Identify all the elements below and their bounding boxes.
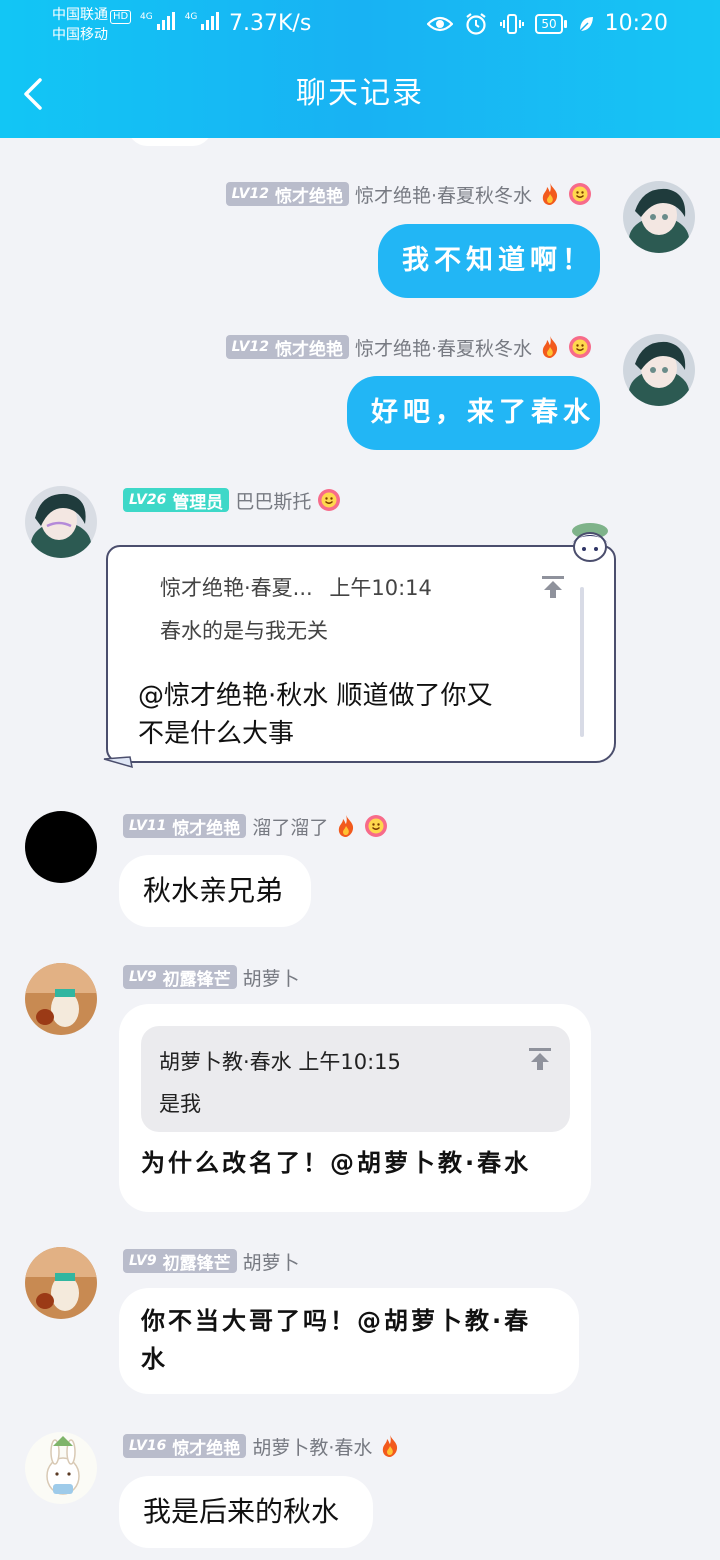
level-badge: LV16 惊才绝艳 [123,1434,247,1459]
app-header: 中国联通 HD 中国移动 4G 4G 7.37K/s 50 10:20 聊天记录 [0,0,720,138]
fire-icon [542,183,558,205]
message-meta: LV12 惊才绝艳 惊才绝艳·春夏秋冬水 [225,181,592,207]
quoted-message[interactable]: 胡萝卜教·春水 上午10:15 是我 [141,1026,570,1132]
level-badge: LV9 初露锋芒 [123,965,237,990]
battery-level: 50 [535,14,563,34]
clock-time: 10:20 [604,11,668,36]
sender-name: 胡萝卜教·春水 [252,1436,373,1459]
message-meta: LV26 管理员 巴巴斯托 [123,487,341,513]
level-badge: LV12 惊才绝艳 [225,335,349,360]
message-meta: LV9 初露锋芒 胡萝卜 [123,1248,300,1274]
message-text: 你不当大哥了吗！@胡萝卜教·春 水 [141,1307,532,1373]
quote-header: 胡萝卜教·春水 上午10:15 [159,1050,401,1074]
sender-name: 惊才绝艳·春夏秋冬水 [354,184,532,207]
feather-decoration-icon [103,756,133,769]
level-badge: LV9 初露锋芒 [123,1249,237,1274]
message-bubble[interactable]: 好吧，来了春水 [347,376,600,450]
quote-author: 惊才绝艳·春夏... [160,576,313,600]
message-meta: LV12 惊才绝艳 惊才绝艳·春夏秋冬水 [225,334,592,360]
avatar[interactable] [25,963,97,1035]
jump-to-top-icon[interactable] [527,1046,553,1072]
sender-name: 胡萝卜 [242,967,300,990]
message-text: 我不知道啊！ [402,245,594,276]
message-bubble[interactable]: 你不当大哥了吗！@胡萝卜教·春 水 [119,1288,579,1394]
avatar[interactable] [25,811,97,883]
level-badge: LV11 惊才绝艳 [123,814,247,839]
message-meta: LV9 初露锋芒 胡萝卜 [123,964,300,990]
smile-badge-icon [318,489,341,511]
message-bubble[interactable]: 惊才绝艳·春夏... 上午10:14 春水的是与我无关 @惊才绝艳·秋水 顺道做… [103,523,616,769]
carrier-info: 中国联通 HD 中国移动 [52,5,132,45]
message-bubble[interactable]: 秋水亲兄弟 [119,855,311,927]
battery-icon: 50 [535,14,567,34]
level-badge: LV12 惊才绝艳 [225,182,349,207]
chat-history[interactable]: LV12 惊才绝艳 惊才绝艳·春夏秋冬水 我不知道啊！ LV12 惊才绝艳 惊才绝艳… [0,138,720,1560]
avatar[interactable] [25,486,97,558]
avatar[interactable] [25,1432,97,1504]
fire-icon [339,815,354,837]
bubble-border-deco [580,587,584,737]
network-speed: 7.37K/s [229,11,312,36]
chibi-decoration-icon [572,523,608,562]
smile-badge-icon [569,336,591,358]
message-text: 我是后来的秋水 [143,1495,340,1528]
partial-bubble [128,138,212,146]
jump-to-top-icon[interactable] [540,574,566,600]
alarm-icon [463,11,489,37]
sender-name: 胡萝卜 [242,1251,300,1274]
message-bubble[interactable]: 我是后来的秋水 [119,1476,373,1548]
message-bubble[interactable]: 我不知道啊！ [378,224,600,298]
avatar[interactable] [25,1247,97,1319]
status-right: 50 10:20 [427,8,668,40]
fire-icon [542,336,558,358]
quote-text: 春水的是与我无关 [160,619,328,643]
smile-badge-icon [569,183,591,205]
signal-icons: 4G 4G [140,12,220,30]
avatar[interactable] [623,334,695,406]
message-text: 好吧，来了春水 [371,397,595,428]
smile-badge-icon [365,815,388,837]
level-badge: LV26 管理员 [123,488,230,513]
message-meta: LV11 惊才绝艳 溜了溜了 [123,813,388,839]
avatar[interactable] [623,181,695,253]
message-text: @惊才绝艳·秋水 顺道做了你又 不是什么大事 [138,681,493,749]
eye-icon [427,11,454,37]
carrier-1: 中国联通 [52,7,108,23]
signal-bars-1-icon: 4G [140,12,175,30]
signal-bars-2-icon: 4G [185,12,220,30]
carrier-2: 中国移动 [52,27,108,43]
vibrate-icon [499,11,525,37]
sender-name: 惊才绝艳·春夏秋冬水 [354,337,532,360]
message-meta: LV16 惊才绝艳 胡萝卜教·春水 [123,1433,402,1459]
quote-text: 是我 [159,1092,201,1116]
fire-icon [383,1435,398,1457]
quote-time: 上午10:14 [329,576,432,600]
message-text: 为什么改名了！@胡萝卜教·春水 [141,1149,532,1177]
hd-badge: HD [110,10,132,24]
message-bubble[interactable]: 胡萝卜教·春水 上午10:15 是我 为什么改名了！@胡萝卜教·春水 [119,1004,591,1212]
page-title: 聊天记录 [296,76,424,111]
message-text: 秋水亲兄弟 [143,874,284,907]
sender-name: 巴巴斯托 [235,490,312,513]
quote-header: 惊才绝艳·春夏... 上午10:14 [160,572,432,602]
leaf-icon [577,11,595,37]
status-bar: 中国联通 HD 中国移动 4G 4G 7.37K/s 50 10:20 [0,0,720,48]
sender-name: 溜了溜了 [252,816,329,839]
